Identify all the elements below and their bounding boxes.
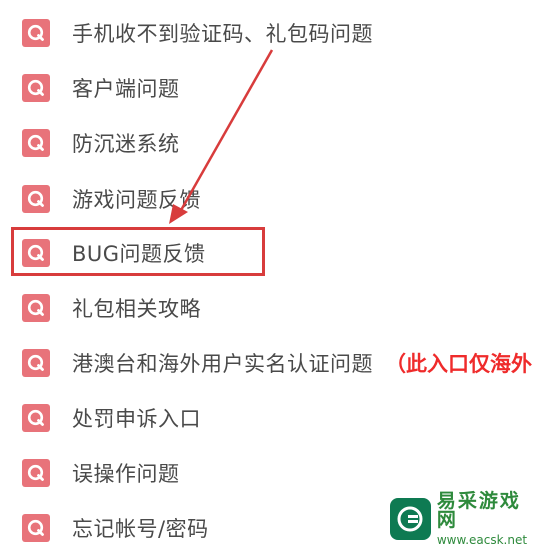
faq-item-label: 游戏问题反馈: [72, 188, 201, 212]
watermark-logo: [390, 498, 431, 540]
faq-item-label: 处罚申诉入口: [72, 407, 201, 431]
faq-item-gift-guide[interactable]: 礼包相关攻略: [22, 288, 201, 328]
faq-item-verification-code[interactable]: 手机收不到验证码、礼包码问题: [22, 13, 373, 53]
faq-item-anti-addiction[interactable]: 防沉迷系统: [22, 123, 180, 163]
q-icon: [22, 294, 50, 322]
faq-item-label: 防沉迷系统: [72, 132, 180, 156]
faq-item-note: （此入口仅海外: [385, 352, 532, 376]
q-icon: [22, 459, 50, 487]
q-icon: [22, 514, 50, 542]
faq-item-client[interactable]: 客户端问题: [22, 68, 180, 108]
q-icon: [22, 349, 50, 377]
highlight-box: [11, 227, 265, 276]
watermark-name: 易采游戏网: [436, 490, 521, 531]
q-icon: [22, 185, 50, 213]
faq-item-label: 客户端问题: [72, 77, 180, 101]
faq-item-label: 手机收不到验证码、礼包码问题: [72, 22, 373, 46]
q-icon: [22, 74, 50, 102]
faq-item-overseas-verification[interactable]: 港澳台和海外用户实名认证问题 （此入口仅海外: [22, 343, 532, 383]
q-icon: [22, 404, 50, 432]
faq-item-forgot-account[interactable]: 忘记帐号/密码: [22, 508, 209, 548]
faq-item-label: 误操作问题: [72, 462, 180, 486]
faq-item-misoperation[interactable]: 误操作问题: [22, 453, 180, 493]
faq-item-label: 港澳台和海外用户实名认证问题: [72, 352, 373, 376]
faq-item-game-feedback[interactable]: 游戏问题反馈: [22, 179, 201, 219]
watermark-url: www.eacsk.net: [436, 533, 528, 547]
faq-item-label: 礼包相关攻略: [72, 297, 201, 321]
q-icon: [22, 19, 50, 47]
watermark: 易采游戏网 www.eacsk.net: [386, 490, 539, 547]
q-icon: [22, 129, 50, 157]
faq-item-label: 忘记帐号/密码: [72, 517, 209, 541]
faq-item-penalty-appeal[interactable]: 处罚申诉入口: [22, 398, 201, 438]
